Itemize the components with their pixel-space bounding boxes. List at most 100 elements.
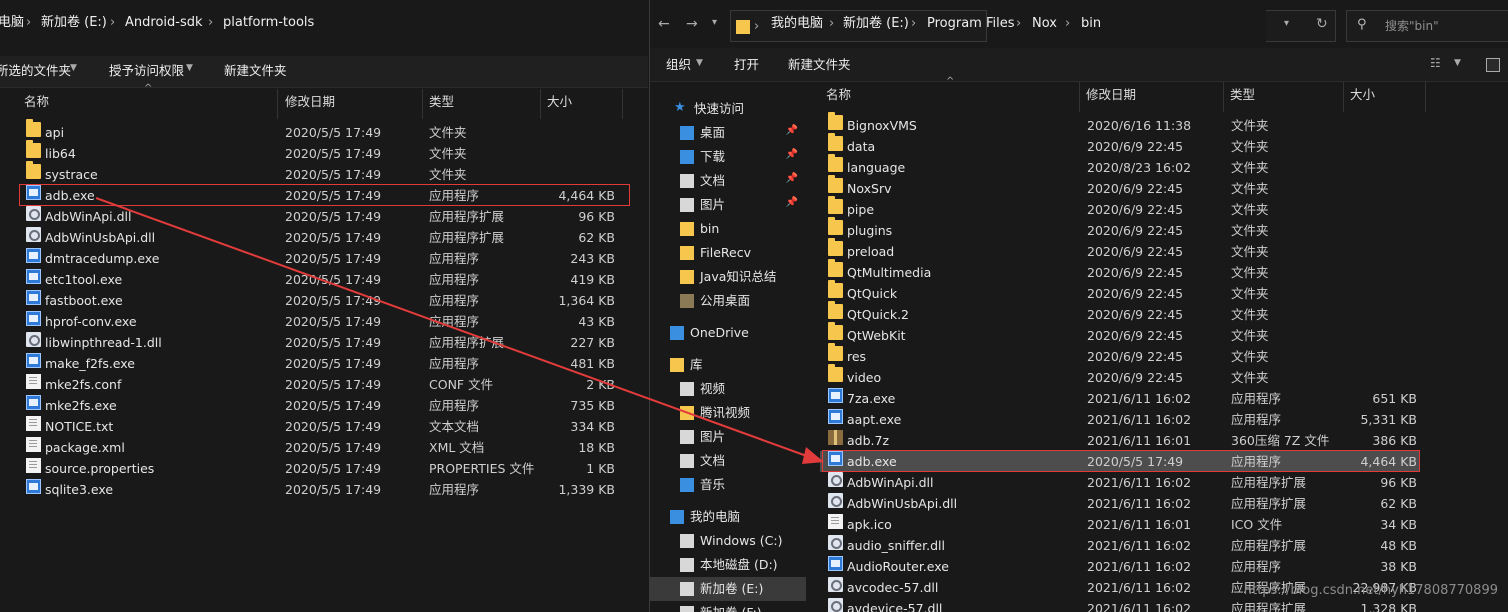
breadcrumb-drive-e[interactable]: 新加卷 (E:) [843,4,909,44]
file-row[interactable]: language 2020/8/23 16:02 文件夹 [820,154,1420,178]
grant-access-button[interactable]: 授予访问权限 [109,56,184,86]
new-folder-button[interactable]: 新建文件夹 [224,56,287,86]
nav-item[interactable]: 视频 [650,377,806,401]
breadcrumb-nox[interactable]: Nox [1032,4,1057,44]
file-row[interactable]: preload 2020/6/9 22:45 文件夹 [820,238,1420,262]
file-row[interactable]: AdbWinUsbApi.dll 2020/5/5 17:49 应用程序扩展 62 K… [0,227,648,248]
nav-item[interactable]: 新加卷 (E:) [650,577,806,601]
nav-item[interactable]: 库 [650,353,806,377]
nav-item[interactable]: bin [650,217,806,241]
file-row[interactable]: data 2020/6/9 22:45 文件夹 [820,133,1420,157]
file-row[interactable]: AdbWinUsbApi.dll 2021/6/11 16:02 应用程序扩展 62 … [820,493,1420,514]
breadcrumb-drive-e[interactable]: 新加卷 (E:) [41,0,107,46]
view-options-icon[interactable]: ☷ [1430,56,1441,70]
file-row[interactable]: adb.exe 2020/5/5 17:49 应用程序 4,464 KB [820,451,1420,472]
pin-icon[interactable]: 📌 [786,197,798,208]
pin-icon[interactable]: 📌 [786,173,798,184]
nav-item[interactable]: 公用桌面 [650,289,806,313]
nav-item[interactable]: 新加卷 (F:) [650,601,806,612]
new-folder-button[interactable]: 新建文件夹 [788,50,851,80]
file-row[interactable]: audio_sniffer.dll 2021/6/11 16:02 应用程序扩展 48… [820,535,1420,556]
breadcrumb-my-computer[interactable]: 我的电脑 [771,4,823,44]
file-row[interactable]: apk.ico 2021/6/11 16:01 ICO 文件 34 KB [820,514,1420,535]
nav-item[interactable]: 文档 📌 [650,169,806,193]
file-row[interactable]: AudioRouter.exe 2021/6/11 16:02 应用程序 38 KB [820,556,1420,577]
nav-item[interactable]: OneDrive [650,321,806,345]
left-address-bar[interactable]: 电脑 › 新加卷 (E:) › Android-sdk › platform-t… [0,0,648,48]
nav-item[interactable]: 图片 [650,425,806,449]
file-row[interactable]: 7za.exe 2021/6/11 16:02 应用程序 651 KB [820,388,1420,409]
nav-item[interactable]: 腾讯视频 [650,401,806,425]
nav-item[interactable]: ★ 快速访问 [650,97,806,121]
file-row[interactable]: res 2020/6/9 22:45 文件夹 [820,343,1420,367]
file-row[interactable]: lib64 2020/5/5 17:49 文件夹 [0,140,648,164]
file-row[interactable]: pipe 2020/6/9 22:45 文件夹 [820,196,1420,220]
file-row[interactable]: etc1tool.exe 2020/5/5 17:49 应用程序 419 KB [0,269,648,290]
column-size[interactable]: 大小 [541,89,623,119]
nav-item[interactable]: 图片 📌 [650,193,806,217]
file-row[interactable]: QtQuick.2 2020/6/9 22:45 文件夹 [820,301,1420,325]
file-row[interactable]: fastboot.exe 2020/5/5 17:49 应用程序 1,364 KB [0,290,648,311]
file-row[interactable]: package.xml 2020/5/5 17:49 XML 文档 18 KB [0,437,648,458]
file-row[interactable]: mke2fs.exe 2020/5/5 17:49 应用程序 735 KB [0,395,648,416]
column-date[interactable]: 修改日期 [279,89,423,119]
file-row[interactable]: make_f2fs.exe 2020/5/5 17:49 应用程序 481 KB [0,353,648,374]
file-row[interactable]: QtWebKit 2020/6/9 22:45 文件夹 [820,322,1420,346]
nav-item[interactable]: 本地磁盘 (D:) [650,553,806,577]
breadcrumb-android-sdk[interactable]: Android-sdk [125,0,203,46]
back-arrow-icon[interactable]: ← [658,16,670,32]
nav-item[interactable]: 下载 📌 [650,145,806,169]
file-row[interactable]: avdevice-57.dll 2021/6/11 16:02 应用程序扩展 1,32… [820,598,1420,612]
file-row[interactable]: mke2fs.conf 2020/5/5 17:49 CONF 文件 2 KB [0,374,648,395]
file-row[interactable]: video 2020/6/9 22:45 文件夹 [820,364,1420,388]
breadcrumb-bin[interactable]: bin [1081,4,1101,44]
column-name[interactable]: 名称 [18,89,278,119]
open-button[interactable]: 打开 [734,50,759,80]
caret-down-icon[interactable]: ▼ [1454,58,1461,68]
file-row[interactable]: libwinpthread-1.dll 2020/5/5 17:49 应用程序扩展 2… [0,332,648,353]
file-row[interactable]: adb.exe 2020/5/5 17:49 应用程序 4,464 KB [0,185,648,206]
file-row[interactable]: NOTICE.txt 2020/5/5 17:49 文本文档 334 KB [0,416,648,437]
file-row[interactable]: sqlite3.exe 2020/5/5 17:49 应用程序 1,339 KB [0,479,648,500]
file-row[interactable]: source.properties 2020/5/5 17:49 PROPERTIE… [0,458,648,479]
file-row[interactable]: AdbWinApi.dll 2021/6/11 16:02 应用程序扩展 96 KB [820,472,1420,493]
forward-arrow-icon[interactable]: → [686,16,698,32]
preview-pane-icon[interactable] [1486,58,1500,72]
pin-icon[interactable]: 📌 [786,125,798,136]
column-type[interactable]: 类型 [1224,82,1344,112]
file-row[interactable]: NoxSrv 2020/6/9 22:45 文件夹 [820,175,1420,199]
file-row[interactable]: QtQuick 2020/6/9 22:45 文件夹 [820,280,1420,304]
column-type[interactable]: 类型 [423,89,541,119]
file-row[interactable]: AdbWinApi.dll 2020/5/5 17:49 应用程序扩展 96 KB [0,206,648,227]
file-type: 应用程序扩展 [1231,538,1307,553]
refresh-icon[interactable]: ↻ [1316,16,1328,32]
file-row[interactable]: adb.7z 2021/6/11 16:01 360压缩 7Z 文件 386 KB [820,430,1420,451]
pin-icon[interactable]: 📌 [786,149,798,160]
column-size[interactable]: 大小 [1344,82,1426,112]
breadcrumb-computer[interactable]: 电脑 [0,0,24,46]
breadcrumb-platform-tools[interactable]: platform-tools [223,0,314,46]
file-row[interactable]: aapt.exe 2021/6/11 16:02 应用程序 5,331 KB [820,409,1420,430]
file-row[interactable]: hprof-conv.exe 2020/5/5 17:49 应用程序 43 KB [0,311,648,332]
nav-item[interactable]: 音乐 [650,473,806,497]
file-row[interactable]: plugins 2020/6/9 22:45 文件夹 [820,217,1420,241]
column-name[interactable]: 名称 [820,82,1080,112]
file-row[interactable]: QtMultimedia 2020/6/9 22:45 文件夹 [820,259,1420,283]
search-box[interactable]: ⚲ 搜索"bin" [1346,10,1508,42]
file-row[interactable]: dmtracedump.exe 2020/5/5 17:49 应用程序 243 KB [0,248,648,269]
nav-item[interactable]: 文档 [650,449,806,473]
nav-item[interactable]: Java知识总结 [650,265,806,289]
breadcrumb-program-files[interactable]: Program Files [927,4,1015,44]
nav-item[interactable]: 桌面 📌 [650,121,806,145]
nav-item[interactable]: FileRecv [650,241,806,265]
file-row[interactable]: api 2020/5/5 17:49 文件夹 [0,119,648,143]
organize-button[interactable]: 组织 [666,50,691,80]
column-date[interactable]: 修改日期 [1080,82,1224,112]
file-row[interactable]: BignoxVMS 2020/6/16 11:38 文件夹 [820,112,1420,136]
selected-folder-button[interactable]: 所选的文件夹 [0,56,71,86]
address-dropdown-icon[interactable]: ▾ [1284,18,1289,29]
recent-dropdown-icon[interactable]: ▾ [712,17,717,28]
nav-item[interactable]: Windows (C:) [650,529,806,553]
file-row[interactable]: systrace 2020/5/5 17:49 文件夹 [0,161,648,185]
nav-item[interactable]: 我的电脑 [650,505,806,529]
